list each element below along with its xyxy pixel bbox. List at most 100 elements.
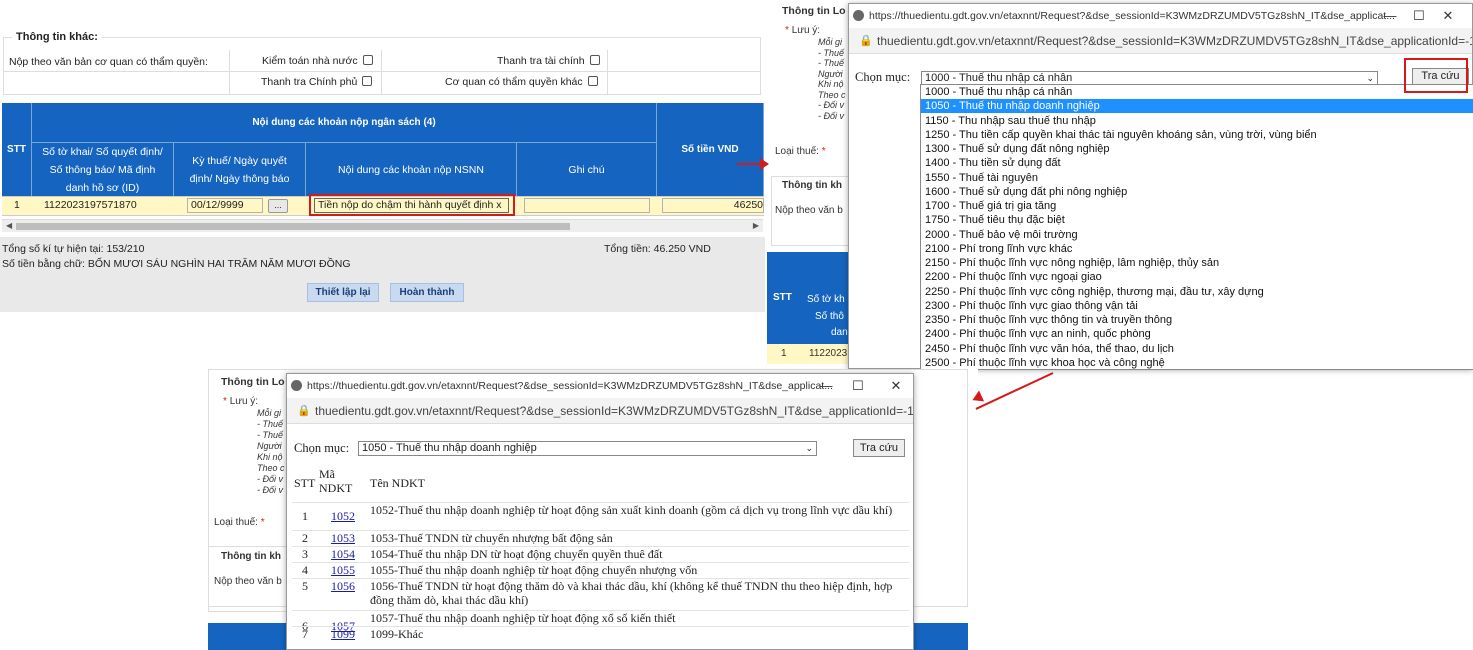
bg-notes-list: Mỗi gi - Thuế - Thuế Người Khi nộ Theo c- Đối… — [818, 37, 846, 121]
popup-lookup-results: https://thuedientu.gdt.gov.vn/etaxnnt/Re… — [286, 373, 914, 650]
other-info-title: Thông tin khác: — [12, 31, 102, 43]
dropdown-option[interactable]: 2200 - Phí thuộc lĩnh vực ngoại giao — [921, 270, 1473, 284]
date-picker-button[interactable]: ... — [268, 199, 288, 213]
row-name: 1057-Thuế thu nhập doanh nghiệp từ hoạt … — [370, 611, 676, 625]
dropdown-option[interactable]: 2350 - Phí thuộc lĩnh vực thông tin và t… — [921, 313, 1473, 327]
col-ghi-chu: Ghi chú — [517, 142, 657, 196]
popup2-urlbar[interactable]: 🔒 thuedientu.gdt.gov.vn/etaxnnt/Request?… — [287, 398, 913, 424]
table-row: 3 1054 1054-Thuế thu nhập DN từ hoạt động … — [292, 546, 909, 562]
col-so-to-khai: Số tờ khai/ Số quyết định/ Số thông báo/… — [32, 142, 174, 196]
bg-row-id: 11220231 — [809, 348, 853, 359]
dropdown-option[interactable]: 1250 - Thu tiền cấp quyền khai thác tài … — [921, 128, 1473, 142]
row-note-input[interactable] — [524, 198, 650, 213]
row-code-link[interactable]: 1056 — [331, 579, 355, 594]
dropdown-option[interactable]: 1300 - Thuế sử dụng đất nông nghiệp — [921, 142, 1473, 156]
row-stt: 1 — [302, 509, 308, 523]
group-header: Nội dung các khoản nộp ngân sách (4) — [32, 103, 657, 142]
row-amount-input[interactable]: 46250 — [662, 198, 764, 213]
dropdown-option[interactable]: 2500 - Phí thuộc lĩnh vực khoa học và cô… — [921, 356, 1473, 369]
th-ten: Tên NDKT — [370, 476, 425, 490]
close-icon[interactable]: ✕ — [1437, 6, 1459, 26]
dropdown-option[interactable]: 2250 - Phí thuộc lĩnh vực công nghiệp, t… — [921, 285, 1473, 299]
bg-nop-theo: Nộp theo văn b — [775, 205, 843, 216]
chevron-down-icon: ⌄ — [1366, 73, 1374, 83]
horizontal-scrollbar[interactable]: ◀ ▶ — [2, 219, 763, 232]
dropdown-option[interactable]: 1050 - Thuế thu nhập doanh nghiệp — [921, 99, 1473, 114]
total-amount: Tổng tiền: 46.250 VND — [604, 243, 711, 255]
minimize-icon[interactable]: — — [1379, 6, 1401, 26]
bg-stt: STT — [773, 292, 792, 303]
arrow-1-head — [760, 158, 769, 170]
row-name: 1055-Thuế thu nhập doanh nghiệp từ hoạt … — [370, 563, 698, 577]
row-date-input[interactable]: 00/12/9999 — [187, 198, 263, 213]
lookup-button[interactable]: Tra cứu — [853, 439, 905, 457]
main-form-panel: Thông tin khác: Nộp theo văn bản cơ quan… — [0, 0, 765, 312]
bg-dan: dan — [831, 327, 848, 338]
highlight-lookup-button — [1404, 58, 1468, 93]
row-code-link[interactable]: 1055 — [331, 563, 355, 578]
bg-info-title: Thông tin Lo — [782, 5, 846, 17]
dropdown-option[interactable]: 1550 - Thuế tài nguyên — [921, 171, 1473, 185]
dropdown-option[interactable]: 1700 - Thuế giá trị gia tăng — [921, 199, 1473, 213]
row-code-link[interactable]: 1099 — [331, 627, 355, 642]
dropdown-option[interactable]: 1400 - Thu tiền sử dụng đất — [921, 156, 1473, 170]
scroll-left-icon[interactable]: ◀ — [6, 221, 12, 230]
bg-tax-type: Loại thuế: * — [775, 146, 826, 157]
popup-urlbar[interactable]: 🔒 thuedientu.gdt.gov.vn/etaxnnt/Request?… — [849, 28, 1472, 54]
dropdown-option[interactable]: 2300 - Phí thuộc lĩnh vực giao thông vận… — [921, 299, 1473, 313]
bg2-nop-theo: Nộp theo văn b — [214, 576, 282, 587]
dropdown-option[interactable]: 2450 - Phí thuộc lĩnh vực văn hóa, thể t… — [921, 342, 1473, 356]
total-signatures: Tổng số kí tự hiện tại: 153/210 — [2, 243, 145, 255]
arrow-2 — [975, 372, 1054, 410]
dropdown-option[interactable]: 1150 - Thu nhập sau thuế thu nhập — [921, 114, 1473, 128]
check-kiem-toan[interactable]: Kiểm toán nhà nước — [262, 55, 373, 67]
dropdown-option[interactable]: 1750 - Thuế tiêu thụ đặc biệt — [921, 213, 1473, 227]
amount-in-words: Số tiền bằng chữ: BỐN MƯƠI SÁU NGHÌN HAI… — [2, 258, 351, 270]
dropdown-option[interactable]: 2100 - Phí trong lĩnh vực khác — [921, 242, 1473, 256]
dropdown-option[interactable]: 1600 - Thuế sử dụng đất phi nông nghiệp — [921, 185, 1473, 199]
close-icon[interactable]: ✕ — [885, 376, 907, 396]
row-code-link[interactable]: 1052 — [331, 509, 355, 524]
dropdown-list[interactable]: 1000 - Thuế thu nhập cá nhân 1050 - Thuế … — [920, 84, 1473, 370]
popup-lookup-dropdown: https://thuedientu.gdt.gov.vn/etaxnnt/Re… — [848, 3, 1473, 370]
scroll-thumb[interactable] — [16, 223, 570, 230]
minimize-icon[interactable]: — — [815, 376, 837, 396]
maximize-icon[interactable]: ☐ — [1408, 6, 1430, 26]
table-row: 4 1055 1055-Thuế thu nhập doanh nghiệp từ … — [292, 562, 909, 578]
dropdown-option[interactable]: 2400 - Phí thuộc lĩnh vực an ninh, quốc … — [921, 327, 1473, 341]
bg-so-tho: Số thô — [815, 311, 844, 322]
highlight-content-box — [309, 194, 515, 216]
check-co-quan-khac[interactable]: Cơ quan có thẩm quyền khác — [445, 76, 598, 88]
dropdown-option[interactable]: 1000 - Thuế thu nhập cá nhân — [921, 85, 1473, 99]
checkbox-thanh-tra-tai-chinh[interactable] — [589, 55, 600, 65]
row-name: 1099-Khác — [370, 627, 424, 641]
row-stt: 5 — [302, 579, 308, 593]
row-code-link[interactable]: 1054 — [331, 547, 355, 562]
checkbox-co-quan-khac[interactable] — [587, 76, 598, 86]
maximize-icon[interactable]: ☐ — [847, 376, 869, 396]
browser-icon — [853, 10, 864, 21]
check-thanh-tra-tai-chinh[interactable]: Thanh tra tài chính — [497, 55, 600, 67]
reset-button[interactable]: Thiết lập lại — [307, 283, 379, 302]
row-code-link[interactable]: 1053 — [331, 531, 355, 546]
choose-label: Chọn mục: — [855, 70, 911, 84]
dropdown-option[interactable]: 2150 - Phí thuộc lĩnh vực nông nghiệp, l… — [921, 256, 1473, 270]
category-select[interactable]: 1050 - Thuế thu nhập doanh nghiệp ⌄ — [358, 441, 817, 456]
col-stt: STT — [2, 103, 32, 196]
category-select[interactable]: 1000 - Thuế thu nhập cá nhân ⌄ — [921, 71, 1378, 85]
th-stt: STT — [294, 476, 316, 490]
table-row: 7 1099 1099-Khác — [292, 626, 909, 642]
col-ky-thue: Kỳ thuế/ Ngày quyết định/ Ngày thông báo — [174, 142, 306, 196]
scroll-right-icon[interactable]: ▶ — [753, 221, 759, 230]
row-stt: 3 — [302, 547, 308, 561]
check-thanh-tra-chinh-phu[interactable]: Thanh tra Chính phủ — [261, 76, 373, 88]
row-id-input[interactable]: 1122023197571870 — [40, 198, 168, 213]
done-button[interactable]: Hoàn thành — [390, 283, 464, 302]
checkbox-thanh-tra-chinh-phu[interactable] — [362, 76, 373, 86]
bg2-notes-list: Mỗi gi - Thuế - Thuế Người Khi nộ Theo c- Đối… — [257, 408, 285, 495]
dropdown-option[interactable]: 2000 - Thuế bảo vệ môi trường — [921, 228, 1473, 242]
checkbox-kiem-toan[interactable] — [362, 55, 373, 65]
chevron-down-icon: ⌄ — [805, 443, 813, 453]
browser-icon — [291, 380, 302, 391]
row-name: 1054-Thuế thu nhập DN từ hoạt động chuyể… — [370, 547, 663, 561]
